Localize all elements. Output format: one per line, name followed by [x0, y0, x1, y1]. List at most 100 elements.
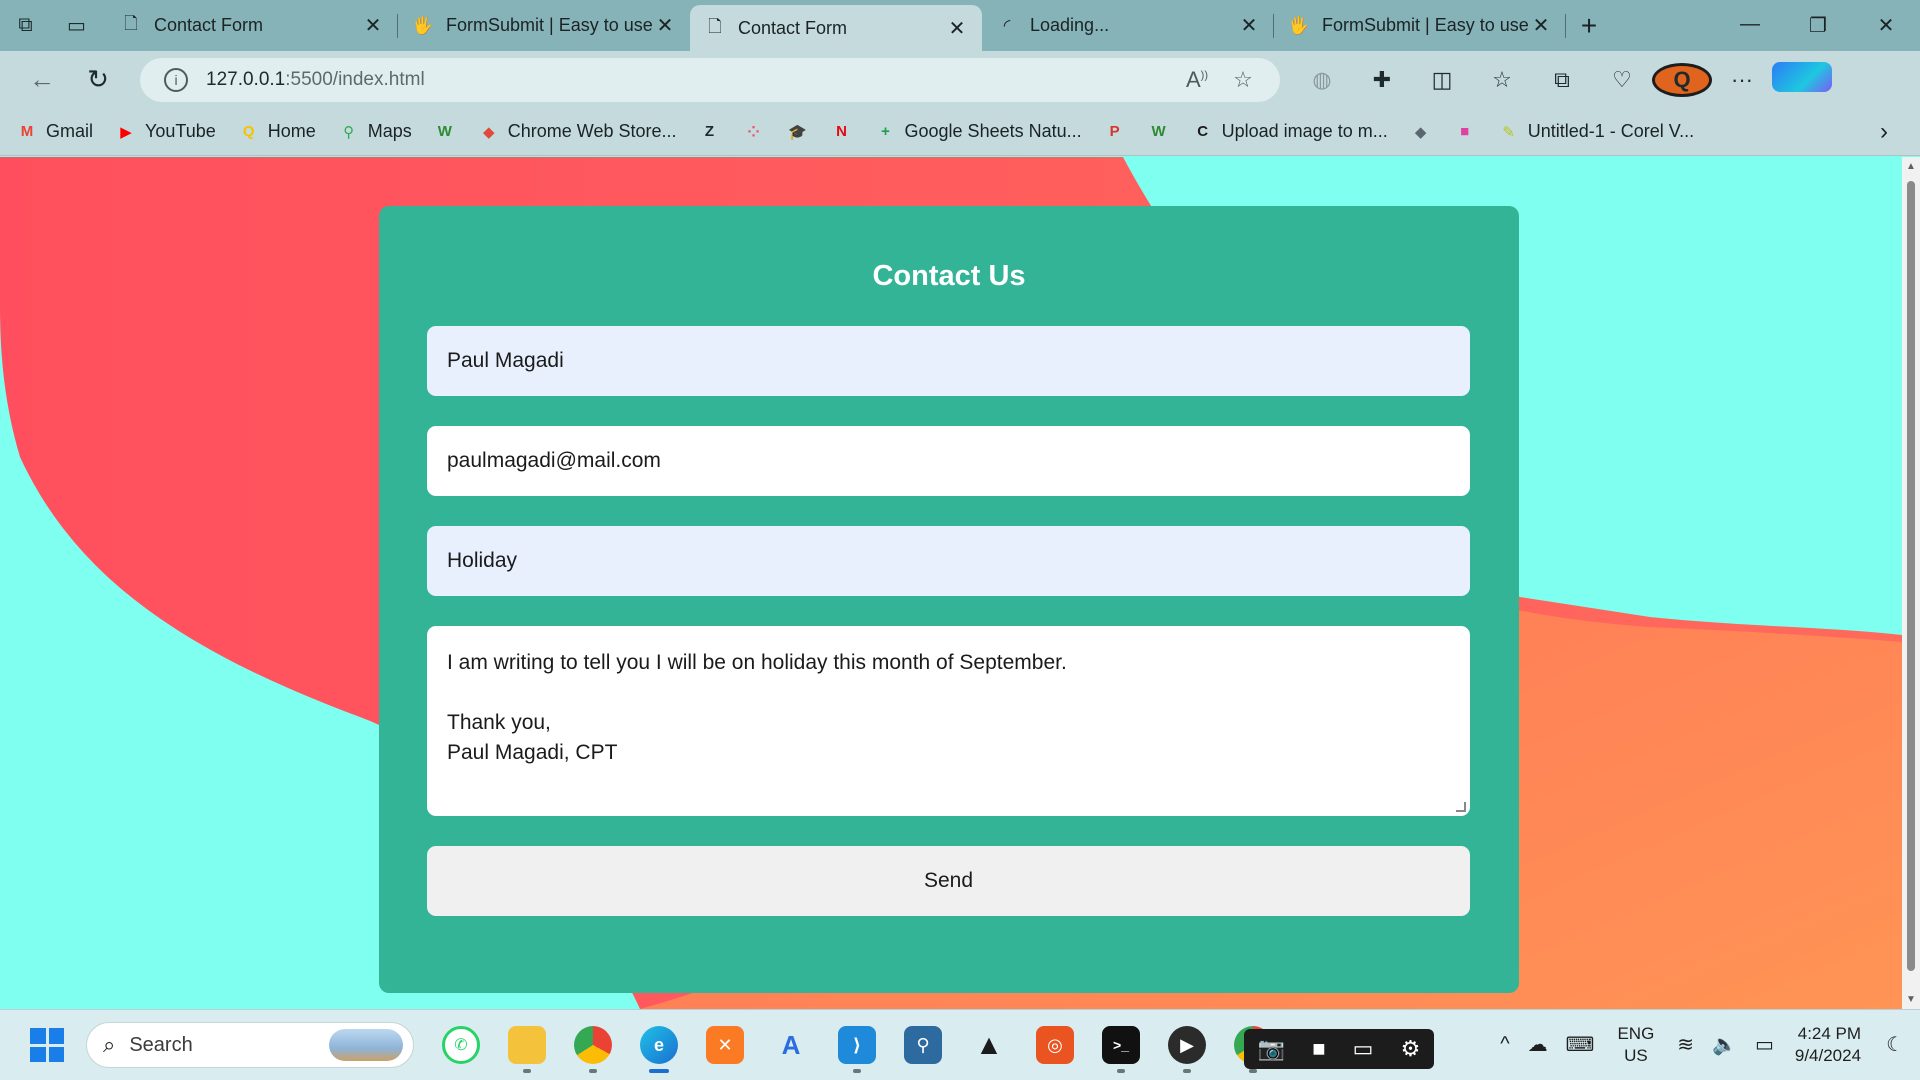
volume-icon[interactable]: 🔈 [1712, 1032, 1737, 1057]
lang-region: US [1624, 1045, 1648, 1065]
browser-essentials-icon[interactable]: ♡ [1592, 67, 1652, 93]
language-indicator[interactable]: ENG US [1617, 1023, 1654, 1067]
bookmark-layers[interactable]: ◆ [1410, 121, 1432, 143]
pinned-apps: ✆ e ✕ A ⟩ ⚲ ▲ ◎ >_ ▶ [428, 1015, 1286, 1075]
bookmark-home[interactable]: Q Home [238, 121, 316, 143]
bookmark-w[interactable]: W [434, 121, 456, 143]
url-path: :5500/index.html [285, 68, 425, 90]
system-tray: ^ ☁ ⌨ ENG US ≋ 🔈 ▭ 4:24 PM 9/4/2024 ☾ [1491, 1009, 1920, 1080]
tab-2[interactable]: 🖐 FormSubmit | Easy to use ✕ [398, 0, 690, 51]
bookmark-youtube[interactable]: ▶ YouTube [115, 121, 216, 143]
bookmark-google-sheets-natu[interactable]: + Google Sheets Natu... [875, 121, 1082, 143]
bookmark-untitled-1-corel-v[interactable]: ✎ Untitled-1 - Corel V... [1498, 121, 1694, 143]
bookmark-dots[interactable]: ⁘ [743, 121, 765, 143]
restore-icon[interactable]: ❐ [1784, 13, 1852, 38]
bookmark-gmail[interactable]: M Gmail [16, 121, 93, 143]
bookmark-label: Maps [367, 121, 412, 141]
taskbar-search[interactable]: ⌕ Search [86, 1022, 414, 1068]
settings-gear-icon[interactable]: ⚙ [1401, 1036, 1421, 1062]
gmail-icon: M [20, 123, 34, 140]
bookmark-w[interactable]: W [1148, 121, 1170, 143]
close-icon[interactable]: ✕ [1238, 13, 1260, 38]
email-input[interactable]: paulmagadi@mail.com [427, 426, 1470, 496]
battery-icon[interactable]: ▭ [1755, 1032, 1774, 1057]
bookmark-pdf-doc[interactable]: P [1104, 121, 1126, 143]
copilot-button[interactable] [1772, 61, 1832, 98]
bookmark-color-squares[interactable]: ■ [1454, 121, 1476, 143]
xampp-app[interactable]: ✕ [692, 1015, 758, 1075]
onedrive-cloud-icon[interactable]: ☁ [1528, 1032, 1548, 1057]
clock[interactable]: 4:24 PM 9/4/2024 [1795, 1023, 1861, 1067]
dots-icon: ⁘ [747, 123, 760, 141]
back-button[interactable]: ← [14, 60, 70, 100]
split-screen-icon[interactable]: ◫ [1412, 67, 1472, 93]
tab-4[interactable]: ◜ Loading... ✕ [982, 0, 1274, 51]
page-scrollbar[interactable]: ▲ ▼ [1902, 157, 1920, 1009]
bookmark-chrome-web-store[interactable]: ◆ Chrome Web Store... [478, 121, 677, 143]
subject-input[interactable]: Holiday [427, 526, 1470, 596]
window-capture-icon[interactable]: ▭ [1353, 1036, 1374, 1062]
message-textarea[interactable]: I am writing to tell you I will be on ho… [427, 626, 1470, 816]
vscode-app[interactable]: ⟩ [824, 1015, 890, 1075]
bookmark-z[interactable]: Z [699, 121, 721, 143]
chevron-up-icon[interactable]: ^ [1500, 1033, 1509, 1056]
whatsapp-app[interactable]: ✆ [428, 1015, 494, 1075]
terminal-app[interactable]: >_ [1088, 1015, 1154, 1075]
ubuntu-app[interactable]: ◎ [1022, 1015, 1088, 1075]
start-button[interactable] [24, 1022, 70, 1068]
vertical-tabs-icon[interactable]: ▭ [51, 0, 102, 51]
read-aloud-icon[interactable]: A)) [1174, 67, 1220, 93]
refresh-button[interactable]: ↻ [70, 60, 126, 100]
close-icon[interactable]: ✕ [1530, 13, 1552, 38]
windows-logo-pane [48, 1028, 64, 1044]
scrollbar-thumb[interactable] [1907, 181, 1915, 971]
tab-5[interactable]: 🖐 FormSubmit | Easy to use ✕ [1274, 0, 1566, 51]
scroll-up-arrow-icon[interactable]: ▲ [1902, 161, 1920, 172]
windows-logo-pane [30, 1046, 46, 1062]
vpn-globe-icon[interactable]: ◍ [1292, 67, 1352, 93]
bookmark-maps[interactable]: ⚲ Maps [338, 121, 412, 143]
lang-code: ENG [1617, 1023, 1655, 1043]
bookmark-upload-image-to-m[interactable]: C Upload image to m... [1192, 121, 1388, 143]
resize-handle-icon[interactable] [1456, 802, 1466, 812]
site-info-icon[interactable]: i [164, 67, 188, 92]
url-text[interactable]: 127.0.0.1:5500/index.html [206, 69, 1174, 91]
tab-3-active[interactable]: 🗋 Contact Form ✕ [690, 5, 982, 51]
new-tab-button[interactable]: + [1566, 10, 1612, 42]
chevron-right-icon[interactable]: › [1880, 118, 1888, 146]
close-icon[interactable]: ✕ [654, 13, 676, 38]
address-bar[interactable]: i 127.0.0.1:5500/index.html A)) ☆ [140, 57, 1280, 102]
camera-icon[interactable]: 📷 [1258, 1036, 1285, 1062]
maps-icon: ⚲ [343, 123, 355, 141]
bookmark-netflix[interactable]: N [831, 121, 853, 143]
video-icon[interactable]: ■ [1312, 1036, 1325, 1062]
bookmark-grad-cap[interactable]: 🎓 [787, 121, 809, 143]
favorites-icon[interactable]: ☆ [1472, 67, 1532, 93]
keyboard-icon[interactable]: ⌨ [1566, 1032, 1595, 1057]
mysql-workbench-app[interactable]: ⚲ [890, 1015, 956, 1075]
scroll-down-arrow-icon[interactable]: ▼ [1902, 994, 1920, 1005]
inkscape-app[interactable]: ▲ [956, 1015, 1022, 1075]
profile-avatar[interactable]: Q [1652, 62, 1712, 97]
running-indicator [1183, 1069, 1191, 1073]
close-window-icon[interactable]: ✕ [1852, 13, 1920, 38]
chrome-app[interactable] [560, 1015, 626, 1075]
favorite-star-icon[interactable]: ☆ [1220, 67, 1266, 93]
send-button[interactable]: Send [427, 846, 1470, 916]
bookmark-label: Google Sheets Natu... [904, 121, 1082, 141]
app-store-app[interactable]: A [758, 1015, 824, 1075]
minimize-icon[interactable]: — [1716, 13, 1784, 38]
moon-notification-icon[interactable]: ☾ [1886, 1032, 1904, 1057]
close-icon[interactable]: ✕ [946, 16, 968, 41]
more-menu-icon[interactable]: ··· [1712, 67, 1772, 93]
name-input[interactable]: Paul Magadi [427, 326, 1470, 396]
close-icon[interactable]: ✕ [362, 13, 384, 38]
extensions-icon[interactable]: ✚ [1352, 67, 1412, 93]
media-player-app[interactable]: ▶ [1154, 1015, 1220, 1075]
tab-1[interactable]: 🗋 Contact Form ✕ [106, 0, 398, 51]
collections-icon[interactable]: ⧉ [1532, 67, 1592, 93]
workspaces-icon[interactable]: ⧉ [0, 0, 51, 51]
wifi-icon[interactable]: ≋ [1677, 1032, 1694, 1057]
file-explorer-app[interactable] [494, 1015, 560, 1075]
edge-app[interactable]: e [626, 1015, 692, 1075]
